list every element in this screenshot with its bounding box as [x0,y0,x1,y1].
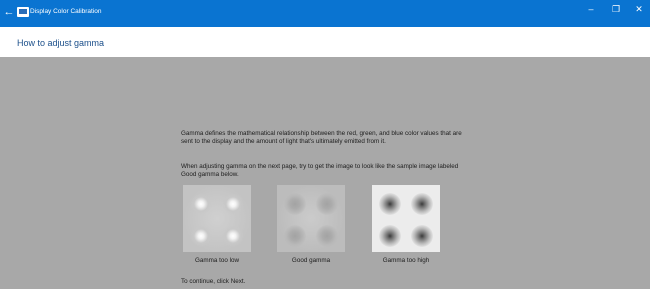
title-bar: ← Display Color Calibration – ❐ ✕ [0,0,650,27]
sample-dot [379,225,401,247]
window-title: Display Color Calibration [30,8,102,15]
page-title: How to adjust gamma [17,38,105,48]
sample-dot [222,193,244,215]
sample-gamma-too-low [183,185,251,252]
sample-dot [190,225,212,247]
minimize-icon[interactable]: – [585,4,597,14]
sample-dot [222,225,244,247]
caption-gamma-too-high: Gamma too high [382,257,430,264]
sample-dot [284,193,306,215]
maximize-icon[interactable]: ❐ [610,4,622,14]
sample-dot [411,225,433,247]
intro-text: Gamma defines the mathematical relations… [181,130,471,146]
sample-dot [284,225,306,247]
adjust-instructions-text: When adjusting gamma on the next page, t… [181,163,459,178]
display-calibration-app-icon [17,7,29,17]
page-header: How to adjust gamma [0,27,650,57]
back-arrow-icon[interactable]: ← [3,6,15,18]
close-icon[interactable]: ✕ [633,4,645,14]
sample-dot [316,193,338,215]
sample-dot [379,193,401,215]
caption-good-gamma: Good gamma [291,257,331,264]
continue-instruction-text: To continue, click Next. [181,278,246,285]
sample-gamma-too-high [372,185,440,252]
caption-gamma-too-low: Gamma too low [194,257,240,264]
sample-dot [411,193,433,215]
sample-dot [316,225,338,247]
sample-good-gamma [277,185,345,252]
gamma-definition-text: Gamma defines the mathematical relations… [181,130,462,145]
sample-dot [190,193,212,215]
